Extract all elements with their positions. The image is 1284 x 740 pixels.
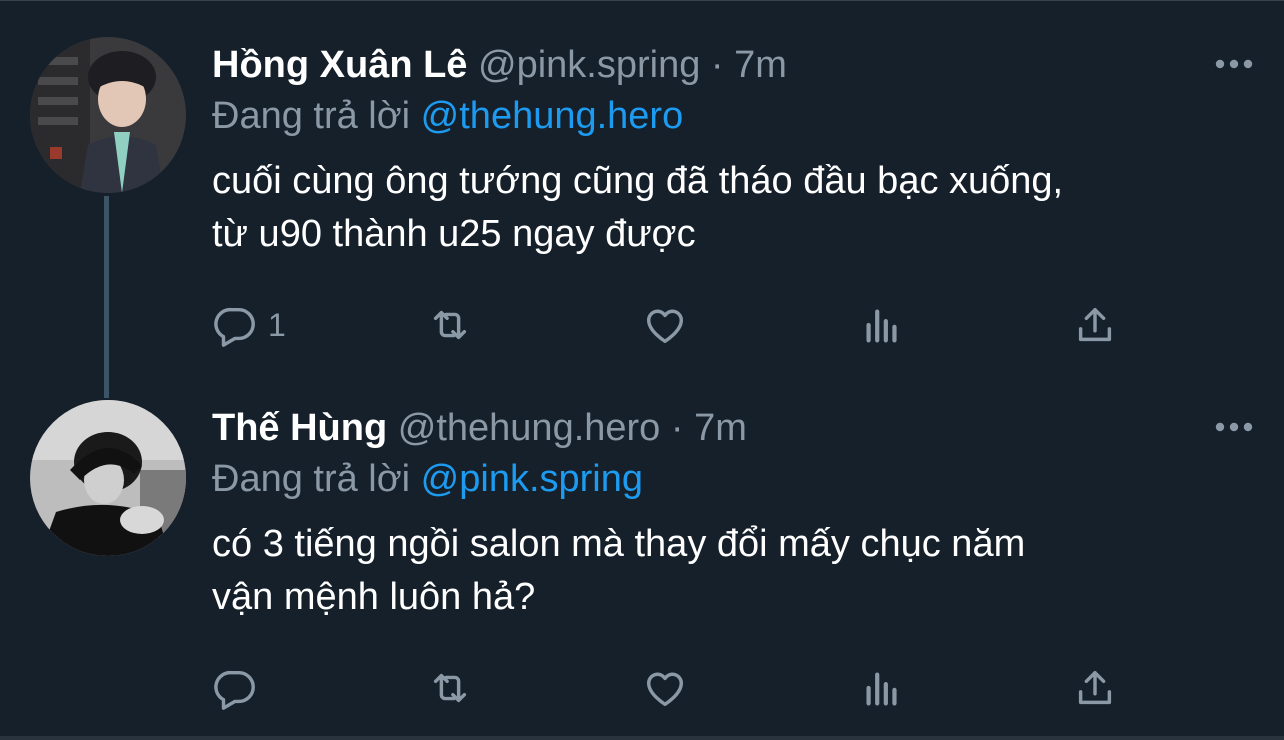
like-button[interactable]: [642, 663, 688, 713]
reply-bubble-icon: [214, 307, 255, 347]
more-dots-icon[interactable]: [1214, 420, 1254, 434]
action-bar: [212, 663, 1212, 713]
share-button[interactable]: [1072, 300, 1118, 350]
retweet-icon: [433, 310, 467, 340]
display-name[interactable]: Hồng Xuân Lê: [212, 44, 467, 86]
avatar[interactable]: [30, 37, 186, 193]
analytics-bars-icon: [866, 309, 897, 343]
share-upload-icon: [1078, 670, 1112, 705]
thread-connector-line: [104, 196, 109, 398]
separator-dot: ·: [670, 407, 684, 449]
avatar-image: [30, 400, 186, 556]
handle[interactable]: @pink.spring: [478, 44, 700, 86]
heart-icon: [646, 309, 684, 344]
retweet-button[interactable]: [427, 300, 473, 350]
tweet-header: Thế Hùng @thehung.hero · 7m: [212, 403, 747, 453]
separator-dot: ·: [710, 44, 724, 86]
analytics-button[interactable]: [859, 663, 905, 713]
replying-mention[interactable]: @pink.spring: [421, 458, 643, 500]
tweet-text-line: từ u90 thành u25 ngay được: [212, 213, 696, 255]
reply-bubble-icon: [214, 670, 255, 710]
replying-mention[interactable]: @thehung.hero: [421, 95, 684, 137]
replying-label: Đang trả lời: [212, 458, 411, 500]
reply-button[interactable]: 1: [212, 300, 286, 350]
display-name[interactable]: Thế Hùng: [212, 407, 387, 449]
retweet-icon: [433, 673, 467, 703]
tweet-text: có 3 tiếng ngồi salon mà thay đổi mấy ch…: [212, 518, 1232, 624]
retweet-button[interactable]: [427, 663, 473, 713]
action-bar: 1: [212, 300, 1212, 350]
analytics-bars-icon: [866, 672, 897, 706]
tweet-text: cuối cùng ông tướng cũng đã tháo đầu bạc…: [212, 155, 1232, 261]
more-dots-icon[interactable]: [1214, 57, 1254, 71]
tweet-text-line: cuối cùng ông tướng cũng đã tháo đầu bạc…: [212, 160, 1064, 202]
replying-label: Đang trả lời: [212, 95, 411, 137]
heart-icon: [646, 672, 684, 707]
reply-count: 1: [268, 306, 286, 343]
tweet-text-line: có 3 tiếng ngồi salon mà thay đổi mấy ch…: [212, 523, 1026, 565]
reply-button[interactable]: [212, 663, 268, 713]
tweet-header: Hồng Xuân Lê @pink.spring · 7m: [212, 40, 787, 90]
replying-to-line: Đang trả lời @pink.spring: [212, 454, 643, 504]
share-upload-icon: [1078, 307, 1112, 342]
timestamp[interactable]: 7m: [694, 407, 747, 449]
avatar[interactable]: [30, 400, 186, 556]
share-button[interactable]: [1072, 663, 1118, 713]
like-button[interactable]: [642, 300, 688, 350]
tweet-text-line: vận mệnh luôn hả?: [212, 576, 536, 618]
timestamp[interactable]: 7m: [734, 44, 787, 86]
top-divider: [0, 0, 1284, 1]
avatar-image: [30, 37, 186, 193]
bottom-divider: [0, 736, 1284, 740]
replying-to-line: Đang trả lời @thehung.hero: [212, 91, 683, 141]
analytics-button[interactable]: [859, 300, 905, 350]
handle[interactable]: @thehung.hero: [398, 407, 661, 449]
